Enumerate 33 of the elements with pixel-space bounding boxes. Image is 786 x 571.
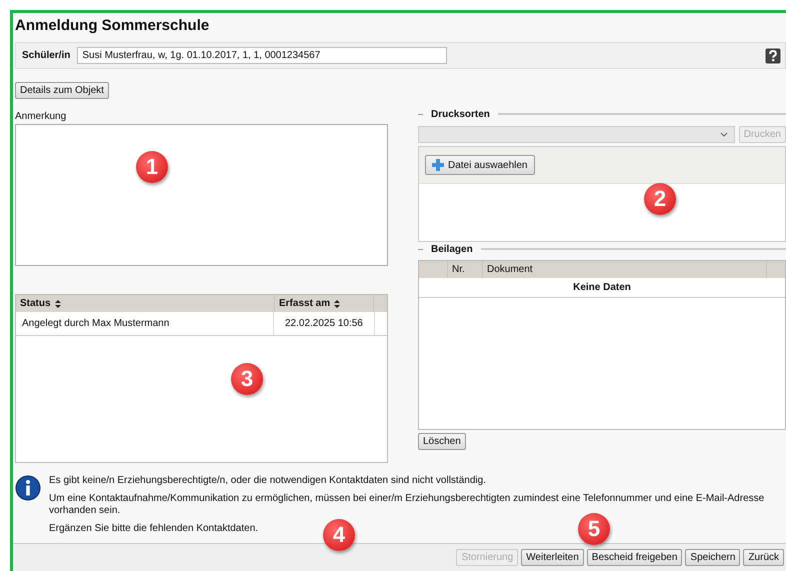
- sort-icon: [54, 300, 61, 308]
- plus-icon: [432, 159, 444, 171]
- info-text: Es gibt keine/n Erziehungsberechtigte/n, oder die notwendigen Kontaktdaten sind nicht vollständig.: [49, 475, 486, 487]
- column-header[interactable]: Erfasst am: [275, 295, 374, 312]
- action-button[interactable]: Bescheid freigeben: [586, 549, 682, 566]
- details-button[interactable]: Details zum Objekt: [15, 82, 109, 99]
- action-button[interactable]: Speichern: [685, 549, 740, 566]
- number-marker: 4: [323, 519, 355, 551]
- choose-file-button[interactable]: Datei auswaehlen: [425, 155, 534, 175]
- table-cell: Angelegt durch Max Mustermann: [16, 312, 274, 335]
- delete-button[interactable]: Löschen: [418, 433, 466, 450]
- number-marker: 1: [136, 151, 168, 183]
- number-marker: 2: [644, 183, 676, 215]
- empty-message: Keine Daten: [419, 278, 785, 298]
- action-button[interactable]: Zurück: [743, 549, 784, 566]
- column-header[interactable]: Status: [16, 295, 275, 312]
- student-label: Schüler/in: [22, 50, 70, 61]
- action-button[interactable]: Weiterleiten: [521, 549, 584, 566]
- info-text: Ergänzen Sie bitte die fehlenden Kontaktdaten.: [49, 523, 258, 535]
- table-cell: 22.02.2025 10:56: [274, 312, 375, 335]
- section-legend: Drucksorten: [431, 108, 490, 120]
- student-field[interactable]: Susi Musterfrau, w, 1g. 01.10.2017, 1, 1, 0001234567: [77, 47, 448, 64]
- page-title: Anmeldung Sommerschule: [15, 17, 210, 34]
- column-header: Dokument: [483, 261, 767, 278]
- remark-label: Anmerkung: [15, 111, 68, 122]
- number-marker: 3: [231, 363, 263, 395]
- column-header: Nr.: [448, 261, 483, 278]
- section-legend: Beilagen: [431, 244, 473, 254]
- caret-icon: [720, 132, 728, 137]
- info-icon: [15, 475, 41, 501]
- sort-icon: [334, 300, 340, 308]
- help-icon[interactable]: [765, 48, 781, 64]
- number-marker: 5: [578, 513, 610, 545]
